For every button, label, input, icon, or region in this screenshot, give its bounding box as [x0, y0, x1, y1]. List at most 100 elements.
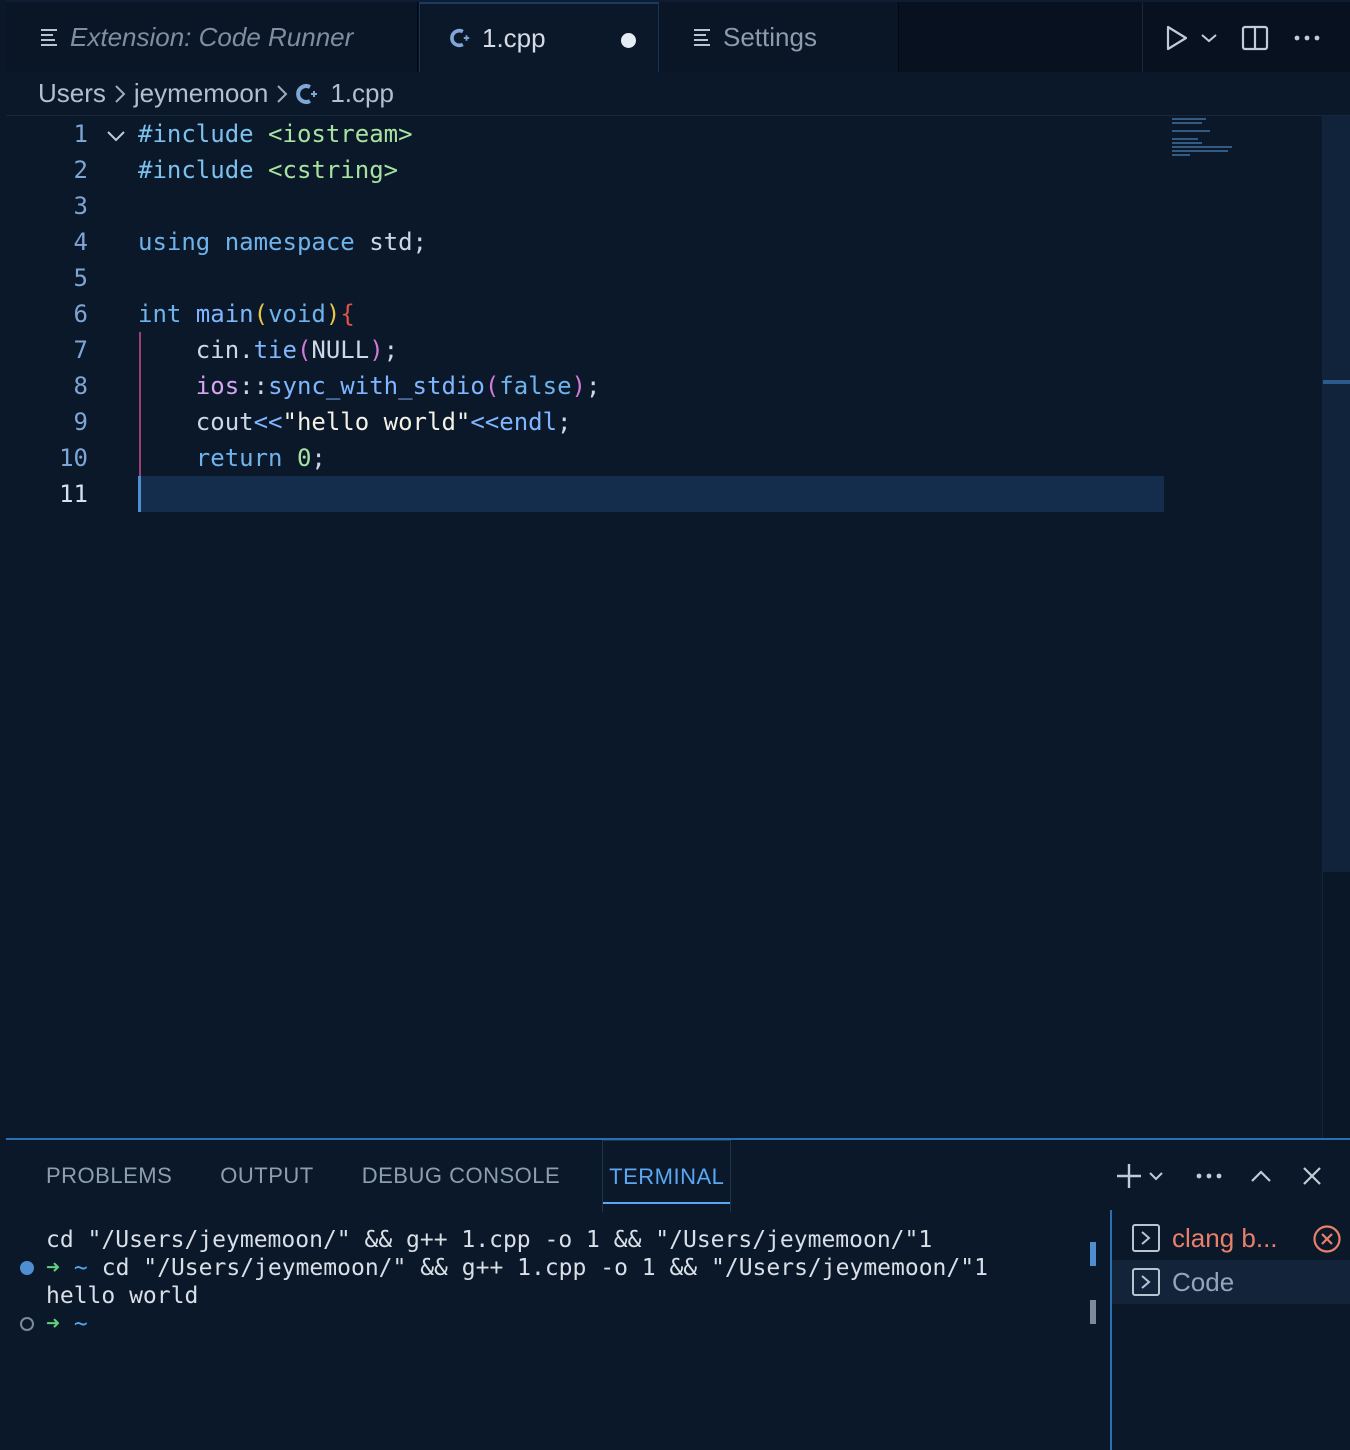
- unsaved-dot-icon[interactable]: [621, 33, 636, 48]
- run-icon[interactable]: [1159, 18, 1195, 58]
- prompt-dir: ~: [73, 1255, 88, 1281]
- error-circle-icon[interactable]: [1312, 1224, 1342, 1261]
- minimap[interactable]: [1172, 118, 1252, 158]
- code-token: ;: [557, 408, 572, 436]
- tab-settings[interactable]: Settings: [659, 2, 899, 72]
- code-line[interactable]: 9 cout<<"hello world"<<endl;: [6, 404, 1166, 440]
- code-token: namespace: [210, 228, 355, 256]
- code-line[interactable]: 8 ios::sync_with_stdio(false);: [6, 368, 1166, 404]
- code-token: void: [268, 300, 326, 328]
- terminal-text: hello world: [46, 1283, 199, 1309]
- tab-terminal[interactable]: TERMINAL: [602, 1140, 732, 1212]
- more-actions-icon[interactable]: [1196, 1173, 1222, 1179]
- breadcrumb-item-file[interactable]: 1.cpp: [296, 78, 394, 109]
- terminal-line: hello world: [46, 1282, 1086, 1310]
- code-line[interactable]: 7 cin.tie(NULL);: [6, 332, 1166, 368]
- code-token: <cstring>: [253, 156, 399, 184]
- tab-1-cpp[interactable]: 1.cpp: [419, 2, 659, 72]
- breadcrumb-file-label: 1.cpp: [330, 78, 394, 108]
- terminal-list: clang b... Code: [1110, 1210, 1350, 1450]
- panel-actions: [1094, 1154, 1322, 1198]
- close-icon[interactable]: [1302, 1166, 1322, 1186]
- terminal-item-label: Code: [1172, 1266, 1235, 1297]
- editor-actions: [1142, 2, 1350, 74]
- cpp-file-icon: [450, 27, 472, 49]
- prompt-arrow: ➜: [46, 1311, 60, 1337]
- tab-label: 1.cpp: [482, 22, 546, 53]
- terminal-item-label: clang b...: [1172, 1222, 1278, 1253]
- terminal-icon: [1132, 1268, 1160, 1296]
- terminal-text: cd "/Users/jeymemoon/" && g++ 1.cpp -o 1…: [101, 1255, 988, 1281]
- line-number: 8: [73, 372, 88, 400]
- code-line[interactable]: 2 #include <cstring>: [6, 152, 1166, 188]
- code-token: (: [484, 372, 500, 400]
- preview-lines-icon: [691, 26, 713, 48]
- line-number: 4: [73, 228, 88, 256]
- more-actions-icon[interactable]: [1287, 18, 1327, 58]
- code-line[interactable]: 1 #include <iostream>: [6, 116, 1166, 152]
- new-terminal-icon[interactable]: [1116, 1163, 1142, 1189]
- scrollbar-thumb[interactable]: [1323, 116, 1350, 872]
- code-token: <<: [470, 408, 500, 436]
- code-token: ;: [311, 444, 326, 472]
- code-token: <iostream>: [253, 120, 413, 148]
- editor-scrollbar[interactable]: [1322, 116, 1350, 1138]
- breadcrumb: Users jeymemoon 1.cpp: [6, 72, 1350, 116]
- code-token: (: [296, 336, 312, 364]
- tab-debug-console[interactable]: DEBUG CONSOLE: [362, 1140, 560, 1212]
- code-editor[interactable]: 1 #include <iostream> 2 #include <cstrin…: [6, 116, 1350, 1138]
- fold-chevron-icon[interactable]: [106, 124, 126, 152]
- breadcrumb-item-jeymemoon[interactable]: jeymemoon: [134, 78, 268, 109]
- tab-extension-code-runner[interactable]: Extension: Code Runner: [6, 2, 418, 72]
- tab-label: Settings: [723, 21, 817, 52]
- code-line[interactable]: 4 using namespace std;: [6, 224, 1166, 260]
- code-token: ): [571, 372, 586, 400]
- code-token: ;: [383, 336, 399, 364]
- code-token: tie: [253, 336, 297, 364]
- code-line[interactable]: 10 return 0;: [6, 440, 1166, 476]
- line-number: 1: [73, 120, 88, 148]
- bottom-panel: PROBLEMS OUTPUT DEBUG CONSOLE TERMINAL c…: [6, 1138, 1350, 1450]
- code-line[interactable]: 11: [6, 476, 1166, 512]
- breadcrumb-item-users[interactable]: Users: [38, 78, 106, 109]
- editor-tab-bar: Extension: Code Runner 1.cpp Settings: [6, 0, 1350, 74]
- code-token: <<: [253, 408, 283, 436]
- command-success-dot-icon[interactable]: [20, 1261, 34, 1275]
- terminal-scroll-marker: [1090, 1242, 1096, 1266]
- chevron-down-icon[interactable]: [1148, 1171, 1164, 1181]
- code-token: NULL: [311, 336, 370, 364]
- terminal-text: cd "/Users/jeymemoon/" && g++ 1.cpp -o 1…: [46, 1227, 933, 1253]
- terminal-item-code[interactable]: Code: [1112, 1260, 1350, 1304]
- code-token: ): [369, 336, 384, 364]
- code-line[interactable]: 6 int main(void){: [6, 296, 1166, 332]
- code-token: #include: [138, 156, 254, 184]
- terminal-icon: [1132, 1224, 1160, 1252]
- line-number: 7: [73, 336, 88, 364]
- code-token: ios: [138, 372, 240, 400]
- command-pending-dot-icon[interactable]: [20, 1317, 34, 1331]
- chevron-right-icon: [114, 84, 126, 104]
- preview-lines-icon: [38, 26, 60, 48]
- chevron-down-icon[interactable]: [1195, 18, 1223, 58]
- code-line[interactable]: 5: [6, 260, 1166, 296]
- terminal-scroll-marker: [1090, 1300, 1096, 1324]
- terminal-item-clang[interactable]: clang b...: [1112, 1216, 1350, 1260]
- split-editor-icon[interactable]: [1223, 18, 1287, 58]
- line-number: 5: [73, 264, 88, 292]
- tab-problems[interactable]: PROBLEMS: [46, 1140, 172, 1212]
- code-line[interactable]: 3: [6, 188, 1166, 224]
- terminal-output[interactable]: cd "/Users/jeymemoon/" && g++ 1.cpp -o 1…: [20, 1226, 1086, 1338]
- code-token: {: [340, 300, 355, 328]
- line-number: 11: [59, 480, 88, 508]
- prompt-arrow: ➜: [46, 1255, 60, 1281]
- line-number: 9: [73, 408, 88, 436]
- cpp-file-icon: [296, 82, 320, 106]
- terminal-line: ➜ ~: [20, 1310, 1086, 1338]
- code-token: int: [138, 300, 182, 328]
- chevron-up-icon[interactable]: [1250, 1169, 1272, 1183]
- code-token: false: [499, 372, 572, 400]
- code-token: cin.: [138, 336, 254, 364]
- line-number: 2: [73, 156, 88, 184]
- cursor-marker: [1323, 380, 1350, 384]
- tab-output[interactable]: OUTPUT: [220, 1140, 313, 1212]
